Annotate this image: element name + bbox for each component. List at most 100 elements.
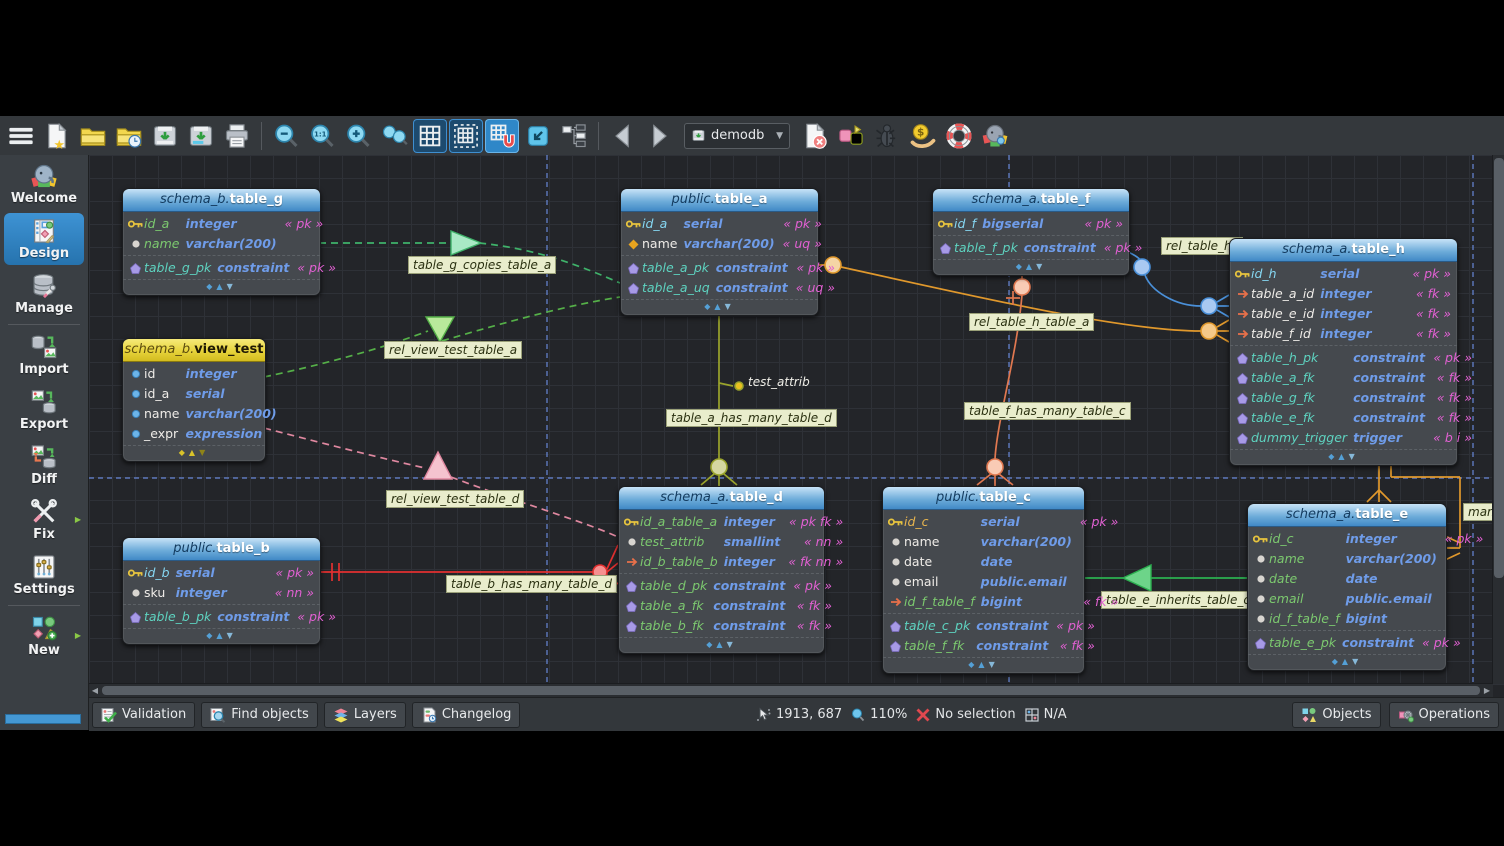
table-collapse-controls[interactable]: ◆▲▼: [619, 637, 824, 653]
table-schema_b.table_g[interactable]: schema_b.table_gid_ainteger« pk »namevar…: [122, 188, 321, 296]
compact-view-button[interactable]: [521, 119, 555, 153]
table-header[interactable]: public.table_b: [123, 538, 320, 561]
plugins-button[interactable]: [834, 119, 868, 153]
relationship-label-table_g_copies_table_a[interactable]: table_g_copies_table_a: [408, 256, 556, 274]
table-schema_a.table_f[interactable]: schema_a.table_fid_fbigserial« pk »table…: [932, 188, 1130, 276]
table-header[interactable]: schema_a.table_d: [619, 487, 824, 510]
zoom-out-icon: [272, 122, 300, 150]
table-collapse-controls[interactable]: ◆▲▼: [933, 259, 1129, 275]
nav-forward-button[interactable]: [642, 119, 676, 153]
zoom-original-button[interactable]: 1:1: [305, 119, 339, 153]
table-collapse-controls[interactable]: ◆▲▼: [621, 299, 818, 315]
scroll-right-icon[interactable]: ▶: [1481, 684, 1493, 697]
support-button[interactable]: [942, 119, 976, 153]
hscroll-handle[interactable]: [102, 686, 1480, 695]
table-header[interactable]: public.table_c: [883, 487, 1084, 510]
scroll-left-icon[interactable]: ◀: [89, 684, 101, 697]
table-header[interactable]: public.table_a: [621, 189, 818, 212]
sidebar-item-label: Export: [20, 417, 68, 432]
changelog-button[interactable]: Changelog: [412, 702, 521, 728]
magnifier-tool-button[interactable]: [377, 119, 411, 153]
model-selector-dropdown[interactable]: demodb▼: [684, 123, 790, 149]
constraints-section: table_g_pkconstraint« pk »: [123, 255, 320, 279]
page-delimiters-button[interactable]: [449, 119, 483, 153]
relationship-label-table_b_has_many_table_d[interactable]: table_b_has_many_table_d: [446, 575, 617, 593]
table-schema_a.table_e[interactable]: schema_a.table_eid_cinteger« pk »namevar…: [1247, 503, 1447, 671]
snap-to-grid-button[interactable]: [485, 119, 519, 153]
donate-button[interactable]: $: [906, 119, 940, 153]
table-collapse-controls[interactable]: ◆▲▼: [1230, 449, 1457, 465]
find-objects-button[interactable]: Find objects: [201, 702, 318, 728]
column-name: dummy_trigger: [1251, 428, 1353, 448]
sidebar-item-welcome[interactable]: Welcome: [4, 158, 84, 210]
horizontal-scrollbar[interactable]: ◀ ▶: [89, 683, 1493, 697]
sidebar-item-diff[interactable]: Diff: [4, 439, 84, 491]
relationship-label-rel_view_test_table_d[interactable]: rel_view_test_table_d: [386, 490, 524, 508]
table-header[interactable]: schema_a.table_h: [1230, 239, 1457, 262]
layers-label: Layers: [354, 707, 397, 722]
relationship-label-rel_view_test_table_a[interactable]: rel_view_test_table_a: [384, 341, 522, 359]
constraints-section: table_e_pkconstraint« pk »: [1248, 630, 1446, 654]
operations-panel-button[interactable]: Operations: [1389, 702, 1499, 728]
print-model-button[interactable]: [220, 119, 254, 153]
new-model-button[interactable]: ★: [40, 119, 74, 153]
objects-panel-button[interactable]: Objects: [1292, 702, 1380, 728]
svg-text:1:1: 1:1: [314, 130, 327, 138]
vscroll-handle[interactable]: [1494, 158, 1504, 578]
save-model-button[interactable]: [148, 119, 182, 153]
table-public.table_c[interactable]: public.table_cid_cserial« pk »namevarcha…: [882, 486, 1085, 674]
close-model-button[interactable]: [798, 119, 832, 153]
sidebar-item-settings[interactable]: Settings: [4, 549, 84, 601]
column-icon: [1252, 569, 1269, 589]
layers-button[interactable]: Layers: [324, 702, 406, 728]
table-public.table_b[interactable]: public.table_bid_bserial« pk »skuinteger…: [122, 537, 321, 645]
table-public.table_a[interactable]: public.table_aid_aserial« pk »namevarcha…: [620, 188, 819, 316]
arrange-objects-button[interactable]: [557, 119, 591, 153]
table-collapse-controls[interactable]: ◆▲▼: [123, 628, 320, 644]
table-header[interactable]: schema_b.table_g: [123, 189, 320, 212]
relationship-label-table_a_has_many_table_d[interactable]: table_a_has_many_table_d: [666, 409, 837, 427]
sidebar-item-fix[interactable]: Fix▶: [4, 494, 84, 546]
sidebar-item-design[interactable]: Design: [4, 213, 84, 265]
table-header[interactable]: schema_a.table_f: [933, 189, 1129, 212]
table-schema_a.table_h[interactable]: schema_a.table_hid_hserial« pk »table_a_…: [1229, 238, 1458, 466]
zoom-in-button[interactable]: [341, 119, 375, 153]
table-header[interactable]: schema_a.table_e: [1248, 504, 1446, 527]
column-name: name: [642, 234, 683, 254]
import-icon: [30, 333, 58, 361]
table-name: table_h: [1352, 242, 1405, 257]
column-type: serial: [981, 512, 1080, 532]
table-collapse-controls[interactable]: ◆▲▼: [123, 279, 320, 295]
save-as-button[interactable]: [184, 119, 218, 153]
sidebar-item-new[interactable]: New▶: [4, 610, 84, 662]
show-grid-button[interactable]: [413, 119, 447, 153]
table-schema_a.table_d[interactable]: schema_a.table_did_a_table_ainteger« pk …: [618, 486, 825, 654]
sidebar-item-import[interactable]: Import: [4, 329, 84, 381]
main-menu-button[interactable]: [4, 119, 38, 153]
model-canvas[interactable]: table_g_copies_table_a rel_view_test_tabl…: [89, 155, 1504, 697]
relationship-label-table_f_has_many_table_c[interactable]: table_f_has_many_table_c: [964, 402, 1131, 420]
validation-icon: [101, 707, 117, 723]
recent-models-button[interactable]: [112, 119, 146, 153]
relationship-label-rel_table_h_table_a[interactable]: rel_table_h_table_a: [969, 313, 1094, 331]
bug-report-button[interactable]: [870, 119, 904, 153]
relationship-label-table_e_inherits_table_c[interactable]: table_e_inherits_table_c: [1101, 591, 1255, 609]
table-schema_b.view_test[interactable]: schema_b.view_testidintegerid_aserialnam…: [122, 338, 266, 462]
relationship-label-test_attrib[interactable]: test_attrib: [744, 374, 814, 390]
nav-back-button[interactable]: [606, 119, 640, 153]
constraint-icon: [127, 258, 144, 278]
table-collapse-controls[interactable]: ◆▲▼: [123, 445, 265, 461]
table-collapse-controls[interactable]: ◆▲▼: [1248, 654, 1446, 670]
sidebar-item-export[interactable]: Export: [4, 384, 84, 436]
table-header[interactable]: schema_b.view_test: [123, 339, 265, 362]
zoom-out-button[interactable]: [269, 119, 303, 153]
sidebar-item-manage[interactable]: Manage: [4, 268, 84, 320]
validation-button[interactable]: Validation: [92, 702, 195, 728]
open-model-button[interactable]: [76, 119, 110, 153]
vertical-scrollbar[interactable]: [1492, 155, 1504, 684]
table-collapse-controls[interactable]: ◆▲▼: [883, 657, 1084, 673]
column-name: table_e_pk: [1269, 633, 1342, 653]
about-button[interactable]: [978, 119, 1012, 153]
constraint-icon: [625, 258, 642, 278]
column-flags: « uq »: [796, 278, 837, 298]
